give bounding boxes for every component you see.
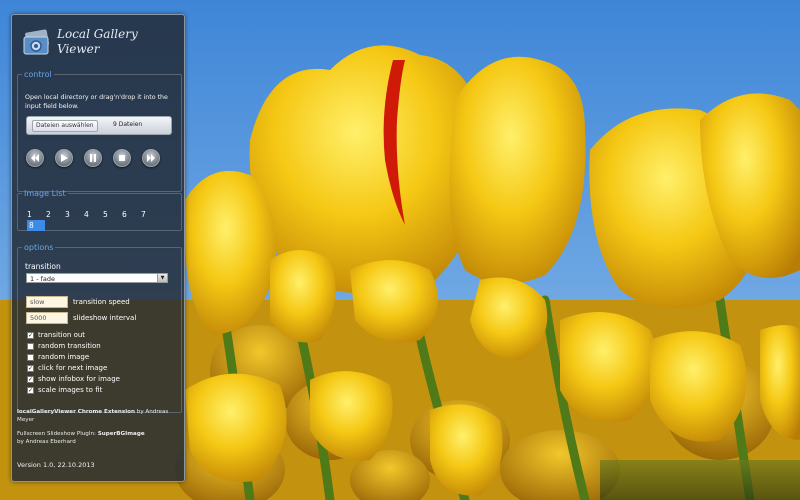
pause-button[interactable] [84, 149, 102, 167]
image-list-legend: Image List [24, 189, 66, 198]
image-link-6[interactable]: 6 [122, 210, 127, 219]
file-input[interactable]: Dateien auswählen 9 Dateien [26, 116, 172, 135]
options-legend: options [24, 243, 54, 252]
image-link-3[interactable]: 3 [65, 210, 70, 219]
slideshow-interval-input[interactable]: 5000 [26, 312, 68, 324]
app-header: Local Gallery Viewer [22, 25, 182, 69]
pause-icon [90, 154, 96, 162]
checkbox-unchecked[interactable] [27, 354, 34, 361]
rewind-button[interactable] [26, 149, 44, 167]
transition-select-value: 1 - fade [30, 275, 56, 283]
control-legend: control [24, 70, 52, 79]
option-checkbox-label: click for next image [38, 364, 108, 372]
version-text: Version 1.0, 22.10.2013 [17, 461, 95, 469]
transition-select[interactable]: 1 - fade ▼ [26, 273, 168, 283]
checkbox-checked[interactable]: ✓ [27, 387, 34, 394]
control-description: Open local directory or drag'n'drop it i… [25, 94, 168, 110]
extension-name: localGalleryViewer Chrome Extension [17, 409, 135, 415]
plugin-name: SuperBGImage [97, 431, 145, 437]
transition-speed-label: transition speed [73, 298, 130, 306]
fast-forward-button[interactable] [142, 149, 160, 167]
extension-credits: localGalleryViewer Chrome Extension by A… [17, 409, 177, 424]
play-button[interactable] [55, 149, 73, 167]
rewind-icon [31, 154, 39, 162]
option-checkbox-label: random image [38, 353, 90, 361]
checkbox-checked[interactable]: ✓ [27, 365, 34, 372]
plugin-author: by Andreas Eberhard [17, 438, 76, 445]
app-title: Local Gallery Viewer [57, 27, 138, 57]
option-checkbox-label: random transition [38, 342, 101, 350]
image-link-7[interactable]: 7 [141, 210, 146, 219]
options-section: options transition 1 - fade ▼ slow trans… [17, 243, 182, 413]
transition-speed-input[interactable]: slow [26, 296, 68, 308]
image-link-selected[interactable]: 8 [27, 220, 45, 231]
plugin-credits: Fullscreen Slideshow PlugIn: SuperBGImag… [17, 431, 177, 446]
chevron-down-icon[interactable]: ▼ [157, 274, 167, 282]
control-section: control Open local directory or drag'n'd… [17, 70, 182, 192]
app-title-line1: Local Gallery [57, 27, 138, 41]
app-title-line2: Viewer [57, 42, 100, 56]
stop-button[interactable] [113, 149, 131, 167]
image-link-2[interactable]: 2 [46, 210, 51, 219]
checkbox-checked[interactable]: ✓ [27, 332, 34, 339]
option-checkbox-label: scale images to fit [38, 386, 103, 394]
gallery-logo-icon [23, 29, 49, 55]
choose-files-button[interactable]: Dateien auswählen [32, 120, 98, 132]
transition-label: transition [25, 262, 61, 271]
stop-icon [119, 155, 125, 161]
image-link-4[interactable]: 4 [84, 210, 89, 219]
checkbox-unchecked[interactable] [27, 343, 34, 350]
fast-forward-icon [147, 154, 155, 162]
option-checkbox-label: show infobox for image [38, 375, 120, 383]
image-link-1[interactable]: 1 [27, 210, 32, 219]
option-checkbox-label: transition out [38, 331, 86, 339]
checkbox-checked[interactable]: ✓ [27, 376, 34, 383]
play-icon [61, 154, 68, 162]
plugin-prefix: Fullscreen Slideshow PlugIn: [17, 431, 96, 437]
control-panel: Local Gallery Viewer control Open local … [11, 14, 185, 482]
image-list-section: Image List 1 2 3 4 5 6 7 8 [17, 189, 182, 231]
image-link-5[interactable]: 5 [103, 210, 108, 219]
file-count: 9 Dateien [113, 121, 143, 128]
slideshow-interval-label: slideshow interval [73, 314, 137, 322]
